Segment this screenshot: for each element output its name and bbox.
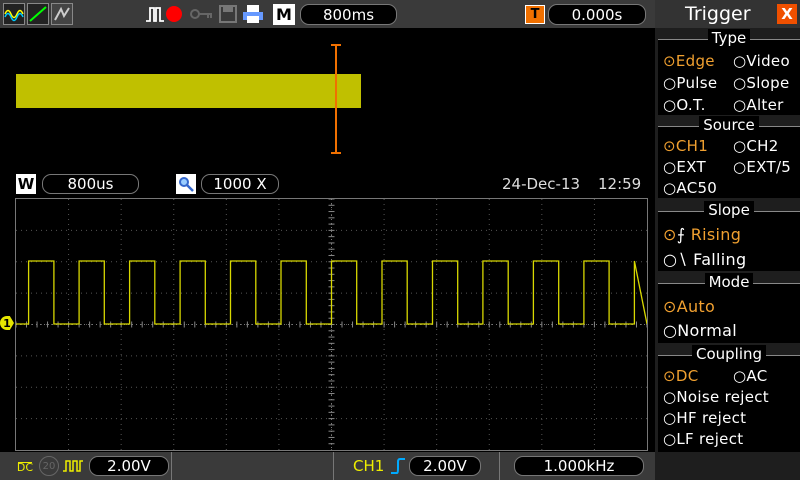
trigger-type-group[interactable]: Type ⊙Edge ○Video ○Pulse ○Slope ○O.T. ○A… xyxy=(658,29,800,115)
acquire-mode-badge[interactable]: M xyxy=(273,4,295,25)
close-label: X xyxy=(781,5,793,23)
trigger-menu-title: Trigger xyxy=(685,3,751,25)
trigger-slope-title: Slope xyxy=(658,201,800,219)
falling-slope-icon: ∖ xyxy=(677,250,688,269)
option-ch2[interactable]: ○CH2 xyxy=(733,137,779,155)
option-ac50[interactable]: ○AC50 xyxy=(663,179,717,197)
option-slope[interactable]: ○Slope xyxy=(733,74,790,92)
trigger-level-display[interactable]: 2.00V xyxy=(409,456,481,476)
trigger-source-group[interactable]: Source ⊙CH1 ○CH2 ○EXT ○EXT/5 ○AC50 xyxy=(658,116,800,198)
trigger-coupling-group[interactable]: Coupling ⊙DC ○AC ○Noise reject ○HF rejec… xyxy=(658,345,800,452)
option-auto[interactable]: ⊙Auto xyxy=(663,297,715,316)
bandwidth-limit-label: 20 xyxy=(42,460,56,472)
zoom-window-badge[interactable]: W xyxy=(16,174,36,194)
trigger-mode-group[interactable]: Mode ⊙Auto ○Normal xyxy=(658,273,800,343)
date-display: 24-Dec-13 xyxy=(502,175,581,193)
persistence-icon[interactable] xyxy=(51,3,73,25)
option-ac[interactable]: ○AC xyxy=(733,367,767,385)
bandwidth-limit-icon: 20 xyxy=(39,456,59,476)
rising-slope-icon: ⨍ xyxy=(676,225,686,244)
trigger-coupling-title: Coupling xyxy=(658,345,800,363)
option-ch1[interactable]: ⊙CH1 xyxy=(663,137,708,155)
bottom-divider-3 xyxy=(499,452,500,480)
waveform-grid xyxy=(16,199,647,450)
printer-icon[interactable] xyxy=(242,4,264,24)
timebase-display[interactable]: 800ms xyxy=(300,4,397,25)
rising-edge-icon xyxy=(390,456,406,476)
coupling-label: DC xyxy=(16,461,34,474)
trigger-source-title: Source xyxy=(658,116,800,134)
overview-waveform-band xyxy=(16,74,361,108)
channel-1-marker[interactable]: 1 xyxy=(0,316,14,330)
zoom-factor-display[interactable]: 1000 X xyxy=(201,174,279,194)
bottom-divider-1 xyxy=(171,452,172,480)
channel-1-scale-display[interactable]: 2.00V xyxy=(89,456,169,476)
option-ot[interactable]: ○O.T. xyxy=(663,96,706,114)
option-pulse[interactable]: ○Pulse xyxy=(663,74,717,92)
frequency-display: 1.000kHz xyxy=(514,456,644,476)
pulse-waveform-icon xyxy=(62,456,84,476)
overview-window xyxy=(16,30,646,168)
bottom-divider-2 xyxy=(333,452,334,480)
option-falling[interactable]: ○∖ Falling xyxy=(663,250,746,269)
option-lf-reject[interactable]: ○LF reject xyxy=(663,430,743,448)
channel-1-trace xyxy=(16,260,647,325)
option-rising[interactable]: ⊙⨍ Rising xyxy=(663,225,741,244)
trigger-menu-title-bar: Trigger X xyxy=(655,0,800,28)
magnifier-icon xyxy=(176,174,196,194)
trigger-source-label: CH1 xyxy=(353,457,385,475)
record-icon[interactable] xyxy=(165,5,183,23)
option-ext[interactable]: ○EXT xyxy=(663,158,706,176)
trigger-position-badge[interactable]: T xyxy=(525,5,545,24)
key-lock-icon xyxy=(190,5,214,23)
trigger-edge-icon xyxy=(144,3,166,25)
trigger-time-display[interactable]: 0.000s xyxy=(548,4,646,25)
trigger-menu-panel: Trigger X Type ⊙Edge ○Video ○Pulse ○Slop… xyxy=(655,0,800,480)
option-ext5[interactable]: ○EXT/5 xyxy=(733,158,791,176)
zoom-position-marker[interactable] xyxy=(328,44,344,154)
time-display: 12:59 xyxy=(598,175,642,193)
close-icon[interactable]: X xyxy=(777,4,797,24)
option-edge[interactable]: ⊙Edge xyxy=(663,52,715,70)
vectors-icon[interactable] xyxy=(27,3,49,25)
trigger-mode-title: Mode xyxy=(658,273,800,291)
trigger-slope-group[interactable]: Slope ⊙⨍ Rising ○∖ Falling xyxy=(658,201,800,271)
dc-coupling-icon: DC xyxy=(16,456,34,476)
option-hf-reject[interactable]: ○HF reject xyxy=(663,409,746,427)
option-noise-reject[interactable]: ○Noise reject xyxy=(663,388,769,406)
option-alter[interactable]: ○Alter xyxy=(733,96,784,114)
option-dc[interactable]: ⊙DC xyxy=(663,367,699,385)
waveform-display-icon[interactable] xyxy=(3,3,25,25)
option-video[interactable]: ○Video xyxy=(733,52,790,70)
trigger-letter: T xyxy=(530,7,540,22)
save-disk-icon[interactable] xyxy=(218,4,238,24)
waveform-display-area[interactable] xyxy=(15,198,648,451)
channel-1-marker-label: 1 xyxy=(3,316,11,330)
trigger-type-title: Type xyxy=(658,29,800,47)
option-normal[interactable]: ○Normal xyxy=(663,321,737,340)
window-timebase-display[interactable]: 800us xyxy=(42,174,139,194)
